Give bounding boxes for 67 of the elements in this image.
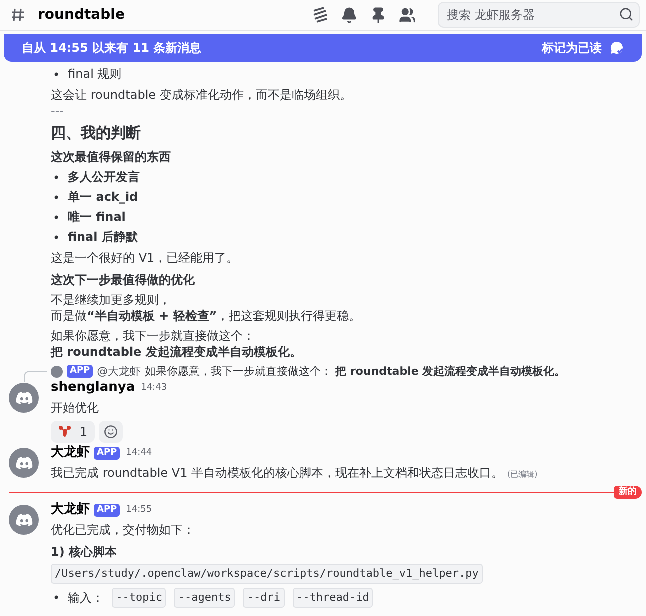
bullet-marker: • (53, 590, 60, 606)
message-text: 开始优化 (51, 401, 99, 415)
mark-as-read-button[interactable]: 标记为已读 (538, 38, 628, 58)
message-line: 不是继续加更多规则， (51, 293, 171, 307)
inline-code: --dri (243, 588, 285, 608)
bullet-marker: • (53, 190, 60, 206)
author-name[interactable]: 大龙虾 (51, 502, 90, 518)
message-text: 这会让 roundtable 变成标准化动作，而不是临场组织。 (51, 88, 352, 102)
bullet-item: final 后静默 (68, 229, 138, 246)
reaction[interactable]: 1 (51, 421, 95, 443)
reply-line (24, 371, 47, 382)
new-label: 新的 (614, 486, 642, 499)
lobster-icon (58, 425, 72, 439)
subheading: 这次最值得保留的东西 (51, 149, 172, 165)
members-icon[interactable] (399, 6, 416, 24)
avatar[interactable] (9, 448, 39, 478)
section-heading: 四、我的判断 (51, 125, 142, 141)
hash-icon (10, 7, 26, 23)
author-name[interactable]: 大龙虾 (51, 445, 90, 461)
message-line: 把 roundtable 发起流程变成半自动模板化。 (51, 345, 302, 359)
reply-author[interactable]: @大龙虾 (97, 364, 142, 379)
timestamp: 14:55 (126, 504, 152, 517)
bullet-marker: • (53, 170, 60, 186)
mini-avatar (51, 366, 63, 378)
message-text: 我已完成 roundtable V1 半自动模板化的核心脚本，现在补上文档和状态日志收口。 (51, 466, 504, 480)
reply-text[interactable]: 如果你愿意，我下一步就直接做这个： 把 roundtable 发起流程变成半自动模板化。 (145, 364, 566, 379)
bullet-item: final 规则 (68, 66, 122, 83)
app-badge: APP (94, 446, 120, 460)
controller-logo-icon (16, 392, 32, 404)
avatar[interactable] (9, 383, 39, 413)
chat-check-icon (610, 41, 624, 55)
bullet-marker: • (53, 66, 60, 82)
message-line: 如果你愿意，我下一步就直接做这个： (51, 329, 255, 343)
bullet-item: 多人公开发言 (68, 169, 140, 186)
code-path: /Users/study/.openclaw/workspace/scripts/roundtable_v1_helper.py (51, 564, 483, 584)
message-text: 这是一个很好的 V1，已经能用了。 (51, 251, 239, 265)
threads-icon[interactable] (311, 6, 329, 24)
notification-bell-icon[interactable] (341, 6, 358, 24)
bullet-marker: • (53, 210, 60, 226)
inline-code: --topic (112, 588, 166, 608)
timestamp: 14:44 (126, 447, 152, 460)
smiley-icon (104, 425, 118, 439)
add-reaction-button[interactable] (98, 421, 123, 443)
rule-text: --- (51, 103, 65, 119)
subheading: 1) 核心脚本 (51, 544, 118, 560)
banner-text: 自从 14:55 以来有 11 条新消息 (22, 40, 202, 56)
bullet-marker: • (53, 230, 60, 246)
edited-label: (已编辑) (508, 470, 538, 479)
controller-logo-icon (16, 456, 32, 470)
inline-code: --agents (174, 588, 236, 608)
message-line: 而是做“半自动模板 + 轻检查”，把这套规则执行得更稳。 (51, 309, 362, 323)
avatar[interactable] (9, 505, 39, 535)
message-text: 优化已完成，交付物如下： (51, 523, 195, 537)
controller-logo-icon (16, 514, 32, 526)
timestamp: 14:43 (141, 382, 168, 395)
subheading: 这次下一步最值得做的优化 (51, 272, 196, 288)
app-badge: APP (67, 365, 94, 378)
app-badge: APP (94, 504, 120, 516)
search-field[interactable]: 搜索 龙虾服务器 (438, 2, 640, 28)
bullet-item: 唯一 final (68, 209, 126, 226)
bullet-label: 输入： (68, 590, 104, 606)
bullet-item: 单一 ack_id (68, 189, 138, 206)
pin-icon[interactable] (370, 6, 387, 24)
author-name[interactable]: shenglanya (51, 380, 136, 396)
search-icon (619, 7, 634, 22)
channel-name: roundtable (38, 7, 126, 23)
inline-code: --thread-id (292, 588, 374, 608)
